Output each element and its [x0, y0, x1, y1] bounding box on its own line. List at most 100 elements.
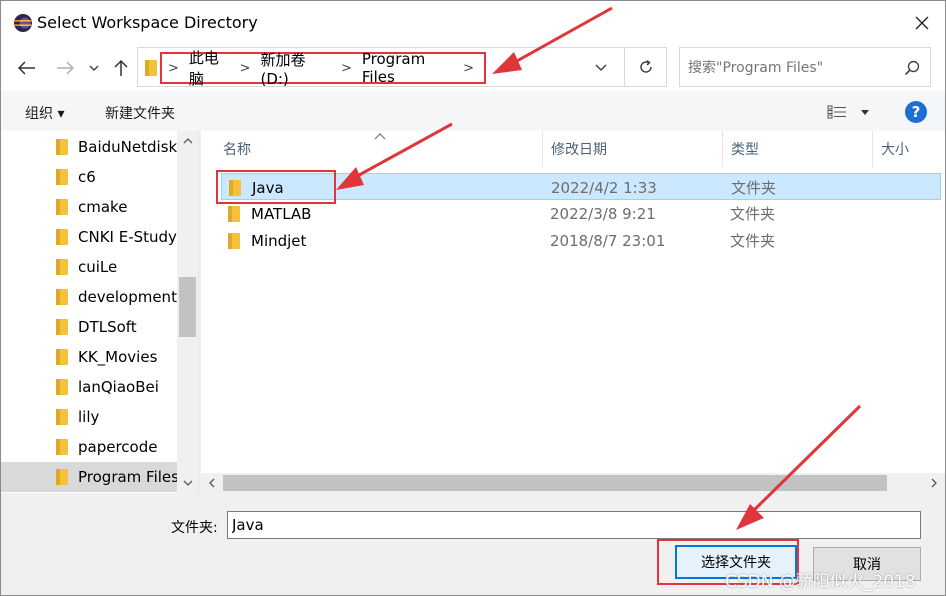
chevron-right-icon	[931, 478, 937, 488]
folder-icon	[56, 199, 68, 215]
help-button[interactable]: ?	[905, 101, 927, 123]
watermark-text: CSDN @骄阳似火_2018	[725, 572, 916, 592]
search-box[interactable]	[679, 47, 931, 87]
scroll-left-button[interactable]	[203, 473, 221, 493]
scroll-down-button[interactable]	[177, 475, 198, 491]
column-header-size[interactable]: 大小	[873, 131, 945, 167]
folder-icon	[145, 60, 157, 76]
chevron-right-icon[interactable]: >	[463, 61, 474, 76]
chevron-right-icon[interactable]: >	[341, 61, 352, 76]
scroll-up-button[interactable]	[177, 133, 198, 149]
tree-item[interactable]: KK_Movies	[1, 342, 177, 372]
tree-item-label: lily	[78, 408, 100, 426]
breadcrumb-drive-d[interactable]: 新加卷 (D:)	[260, 49, 331, 88]
file-row[interactable]: Mindjet 2018/8/7 23:01 文件夹	[221, 227, 941, 254]
navigation-pane: BaiduNetdiskI c6 cmake CNKI E-Study cuiLe dev…	[1, 131, 199, 493]
change-view-button[interactable]	[827, 103, 871, 121]
address-dropdown-button[interactable]	[590, 60, 612, 76]
close-icon	[915, 16, 929, 30]
scroll-right-button[interactable]	[925, 473, 943, 493]
up-button[interactable]	[109, 57, 133, 79]
tree-item[interactable]: cmake	[1, 192, 177, 222]
recent-locations-button[interactable]	[85, 57, 103, 79]
tree-item-label: CNKI E-Study	[78, 228, 177, 246]
forward-button[interactable]	[53, 57, 77, 79]
tree-item-label: DTLSoft	[78, 318, 137, 336]
arrow-right-icon	[57, 61, 74, 75]
close-button[interactable]	[899, 1, 945, 45]
navigation-bar: > 此电脑 > 新加卷 (D:) > Program Files >	[1, 45, 945, 91]
tree-item[interactable]: lily	[1, 402, 177, 432]
file-type: 文件夹	[731, 179, 777, 197]
folder-name-input[interactable]	[227, 511, 921, 539]
refresh-button[interactable]	[625, 47, 667, 87]
chevron-right-icon[interactable]: >	[240, 61, 251, 76]
tree-item-label: KK_Movies	[78, 348, 158, 366]
folder-icon	[56, 169, 68, 185]
breadcrumb-this-pc[interactable]: 此电脑	[189, 47, 230, 89]
details-view-icon	[827, 105, 846, 119]
tree-item[interactable]: c6	[1, 162, 177, 192]
address-bar[interactable]: > 此电脑 > 新加卷 (D:) > Program Files >	[137, 47, 625, 88]
file-type: 文件夹	[730, 205, 776, 223]
column-header-date[interactable]: 修改日期	[543, 131, 723, 167]
search-icon[interactable]	[904, 60, 920, 76]
new-folder-button[interactable]: 新建文件夹	[105, 103, 175, 123]
arrow-left-icon	[18, 61, 35, 75]
column-header-name[interactable]: 名称	[215, 131, 543, 167]
tree-item[interactable]: CNKI E-Study	[1, 222, 177, 252]
chevron-down-icon	[89, 65, 99, 71]
folder-icon	[56, 229, 68, 245]
tree-item-label: cmake	[78, 198, 128, 216]
file-name: Mindjet	[251, 231, 307, 250]
tree-item[interactable]: cuiLe	[1, 252, 177, 282]
file-row[interactable]: MATLAB 2022/3/8 9:21 文件夹	[221, 200, 941, 227]
chevron-up-icon	[183, 138, 192, 144]
caret-down-icon	[861, 109, 869, 115]
tree-item[interactable]: development	[1, 282, 177, 312]
folder-icon	[56, 349, 68, 365]
tree-item-label: lanQiaoBei	[78, 378, 159, 396]
scroll-thumb[interactable]	[223, 475, 887, 491]
tree-item-label: c6	[78, 168, 96, 186]
scroll-thumb[interactable]	[179, 277, 196, 337]
eclipse-app-icon	[14, 14, 32, 32]
tree-item-label: development	[78, 288, 177, 306]
refresh-icon	[639, 59, 652, 73]
folder-icon	[56, 289, 68, 305]
dialog-window: Select Workspace Directory > 此电脑 > 新加卷 (…	[0, 0, 946, 596]
breadcrumb: > 此电脑 > 新加卷 (D:) > Program Files >	[160, 49, 486, 88]
annotation-highlight-box	[216, 170, 336, 204]
folder-icon	[56, 139, 68, 155]
tree-item[interactable]: papercode	[1, 432, 177, 462]
tree-vertical-scrollbar[interactable]	[177, 131, 198, 493]
tree-item-label: Program Files	[78, 468, 177, 486]
tree-item-label: BaiduNetdiskI	[78, 138, 177, 156]
tree-item[interactable]: BaiduNetdiskI	[1, 132, 177, 162]
arrow-up-icon	[114, 59, 128, 76]
tree-item[interactable]: lanQiaoBei	[1, 372, 177, 402]
chevron-down-icon	[595, 64, 607, 72]
chevron-left-icon	[209, 478, 215, 488]
tree-item[interactable]: DTLSoft	[1, 312, 177, 342]
breadcrumb-program-files[interactable]: Program Files	[362, 50, 453, 86]
folder-icon	[227, 200, 241, 227]
organize-menu[interactable]: 组织 ▾	[25, 103, 64, 123]
search-input[interactable]	[688, 57, 898, 79]
title-bar: Select Workspace Directory	[1, 1, 945, 45]
folder-icon	[56, 409, 68, 425]
tree-item-label: cuiLe	[78, 258, 118, 276]
back-button[interactable]	[15, 57, 39, 79]
folder-icon	[56, 319, 68, 335]
folder-icon	[56, 469, 68, 485]
file-name: MATLAB	[251, 204, 312, 223]
tree-item[interactable]: Program Files	[1, 462, 177, 492]
column-header-type[interactable]: 类型	[723, 131, 873, 167]
window-title: Select Workspace Directory	[37, 13, 258, 32]
folder-field-label: 文件夹:	[171, 520, 218, 536]
file-list-horizontal-scrollbar[interactable]	[201, 473, 945, 493]
chevron-down-icon	[183, 480, 192, 486]
tree-item-label: papercode	[78, 438, 158, 456]
folder-icon	[56, 379, 68, 395]
folder-icon	[56, 259, 68, 275]
